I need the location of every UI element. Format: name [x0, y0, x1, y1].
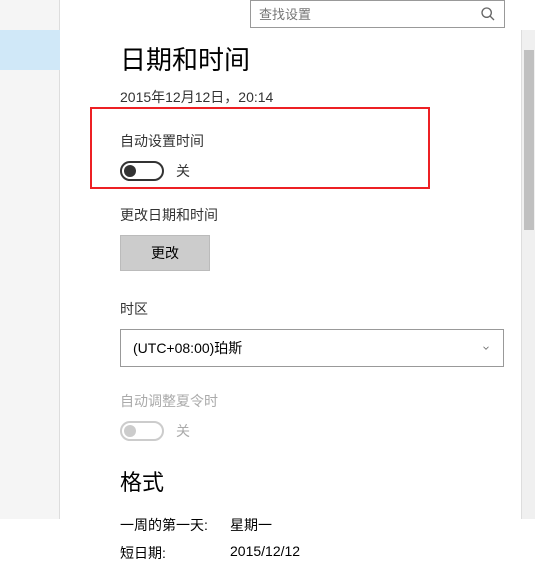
change-button[interactable]: 更改 — [120, 235, 210, 271]
change-datetime-label: 更改日期和时间 — [120, 205, 520, 225]
auto-time-label: 自动设置时间 — [120, 131, 520, 151]
format-shortdate-value: 2015/12/12 — [230, 543, 300, 563]
dst-toggle — [120, 421, 164, 441]
auto-time-state: 关 — [176, 161, 190, 181]
format-firstday-value: 星期一 — [230, 515, 272, 535]
format-firstday-row: 一周的第一天: 星期一 — [120, 515, 520, 535]
scrollbar-thumb[interactable] — [524, 50, 534, 230]
dst-label: 自动调整夏令时 — [120, 391, 520, 411]
sidebar — [0, 0, 60, 519]
datetime-display: 2015年12月12日，20:14 — [120, 87, 520, 107]
format-shortdate-key: 短日期: — [120, 543, 230, 563]
chevron-down-icon — [481, 343, 491, 353]
dst-state: 关 — [176, 421, 190, 441]
content-area: 日期和时间 2015年12月12日，20:14 自动设置时间 关 更改日期和时间… — [120, 40, 520, 519]
format-title: 格式 — [120, 465, 520, 497]
search-icon — [480, 6, 496, 22]
timezone-dropdown[interactable]: (UTC+08:00)珀斯 — [120, 329, 504, 367]
timezone-value: (UTC+08:00)珀斯 — [133, 338, 242, 358]
auto-time-toggle[interactable] — [120, 161, 164, 181]
search-input[interactable] — [259, 7, 480, 22]
page-title: 日期和时间 — [120, 40, 520, 77]
format-firstday-key: 一周的第一天: — [120, 515, 230, 535]
search-box[interactable] — [250, 0, 505, 28]
format-shortdate-row: 短日期: 2015/12/12 — [120, 543, 520, 563]
sidebar-active-item[interactable] — [0, 30, 60, 70]
dst-toggle-row: 关 — [120, 421, 520, 441]
scrollbar[interactable] — [521, 30, 535, 519]
auto-time-toggle-row: 关 — [120, 161, 520, 181]
timezone-label: 时区 — [120, 299, 520, 319]
